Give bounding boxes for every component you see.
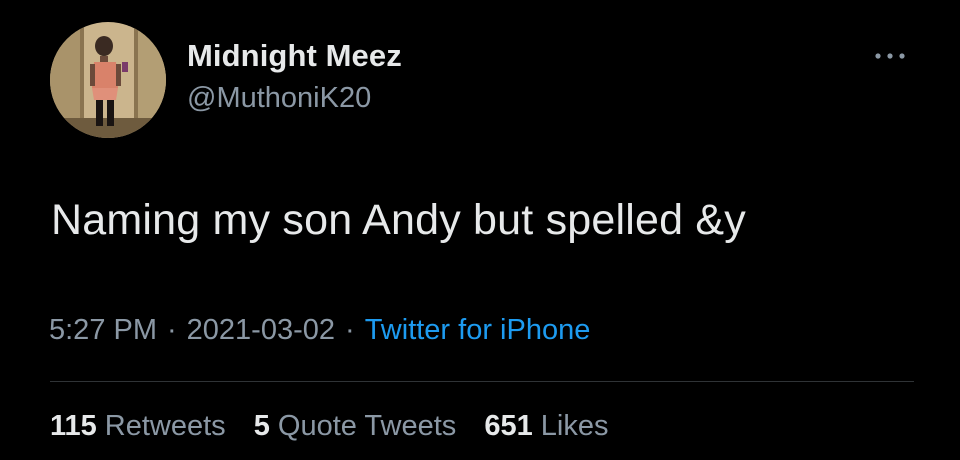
meta-separator: · <box>167 314 177 346</box>
retweets-count: 115 <box>50 410 97 442</box>
likes-label: Likes <box>540 410 609 442</box>
quote-tweets-label: Quote Tweets <box>277 410 457 442</box>
tweet-time[interactable]: 5:27 PM <box>49 314 157 346</box>
avatar[interactable] <box>50 22 166 138</box>
tweet-meta: 5:27 PM · 2021-03-02 · Twitter for iPhone <box>49 314 590 347</box>
display-name[interactable]: Midnight Meez <box>187 38 402 74</box>
likes-stat[interactable]: 651 Likes <box>484 410 608 443</box>
quote-tweets-stat[interactable]: 5 Quote Tweets <box>254 410 457 443</box>
retweets-stat[interactable]: 115 Retweets <box>50 410 226 443</box>
retweets-label: Retweets <box>104 410 226 442</box>
profile-photo-icon <box>50 22 166 138</box>
tweet-text: Naming my son Andy but spelled &y <box>51 196 746 244</box>
likes-count: 651 <box>484 410 533 442</box>
user-handle[interactable]: @MuthoniK20 <box>187 82 371 115</box>
quote-tweets-count: 5 <box>253 410 270 442</box>
tweet-card: Midnight Meez @MuthoniK20 Naming my son … <box>0 0 960 460</box>
more-horizontal-icon[interactable] <box>872 46 908 66</box>
tweet-date[interactable]: 2021-03-02 <box>187 314 335 346</box>
tweet-source-link[interactable]: Twitter for iPhone <box>365 314 591 346</box>
tweet-stats: 115 Retweets 5 Quote Tweets 651 Likes <box>50 410 628 443</box>
meta-separator: · <box>345 314 355 346</box>
divider <box>50 381 914 382</box>
